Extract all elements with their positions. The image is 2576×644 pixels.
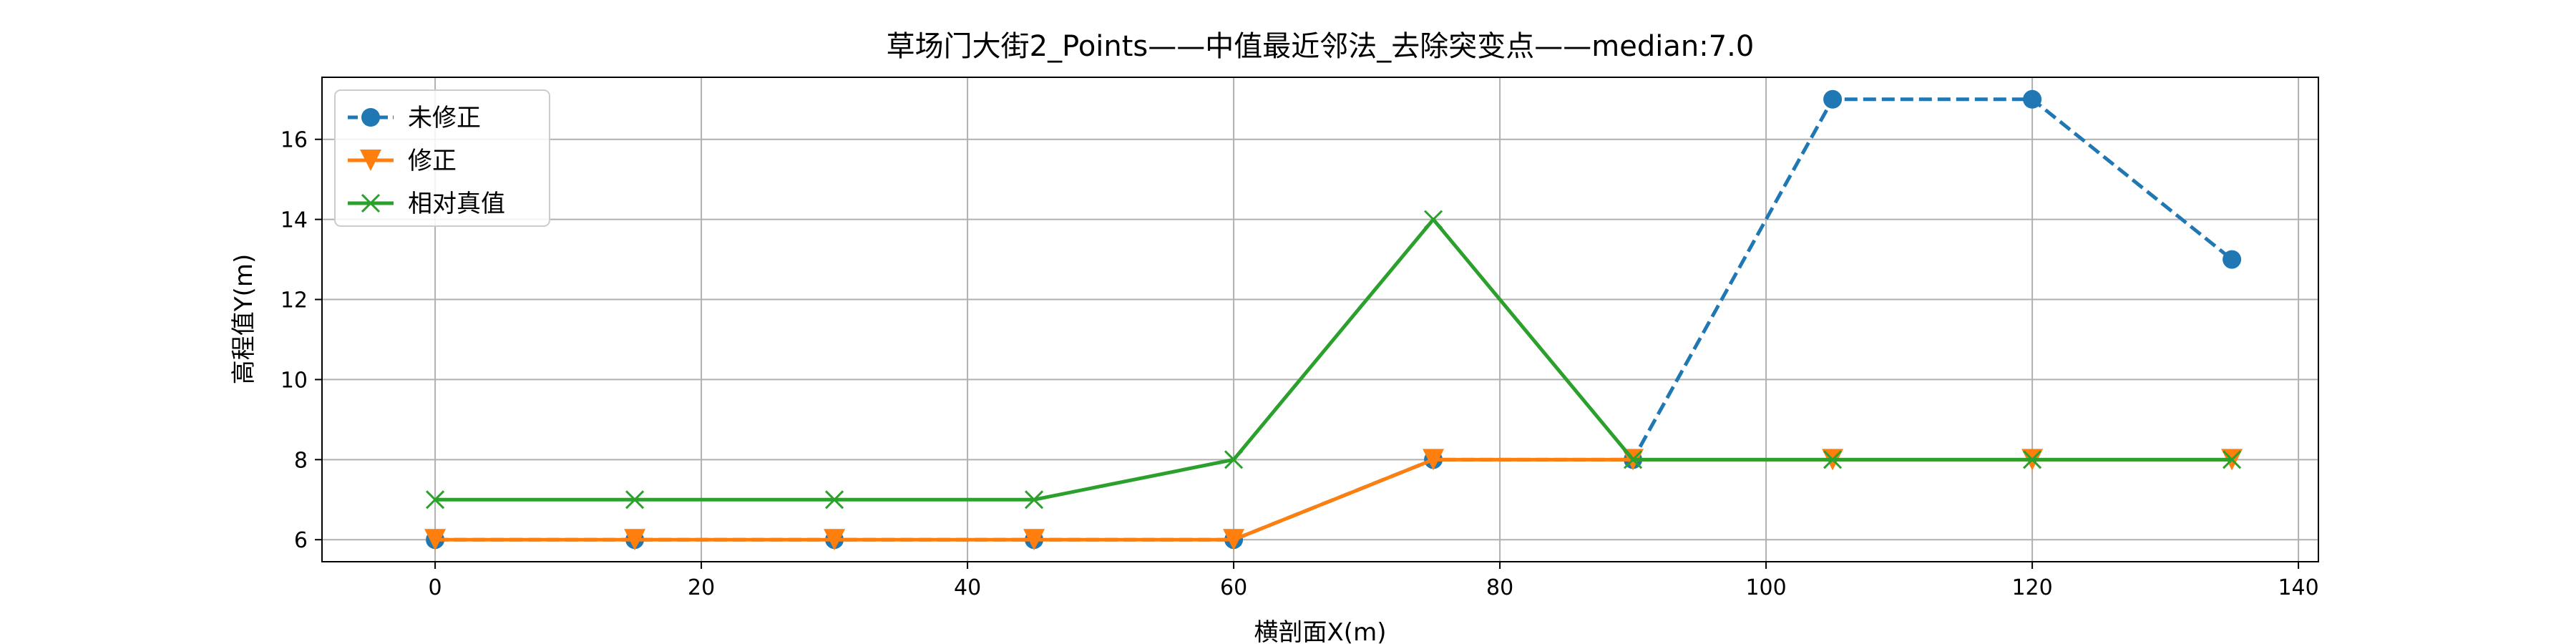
- legend-marker: [361, 108, 380, 127]
- x-axis-label: 横剖面X(m): [1254, 618, 1387, 644]
- line-chart: 草场门大街2_Points——中值最近邻法_去除突变点——median:7.0 …: [0, 0, 2576, 644]
- series-1-point: [2223, 250, 2242, 269]
- y-tick-label: 10: [280, 368, 308, 393]
- chart-title: 草场门大街2_Points——中值最近邻法_去除突变点——median:7.0: [887, 30, 1755, 63]
- chart-container: 草场门大街2_Points——中值最近邻法_去除突变点——median:7.0 …: [0, 0, 2576, 644]
- x-tick-label: 140: [2278, 575, 2318, 600]
- series-1-point: [1823, 89, 1843, 109]
- y-tick-label: 16: [280, 128, 308, 153]
- y-axis-label: 高程值Y(m): [230, 254, 258, 384]
- series-1-point: [2023, 89, 2042, 109]
- x-tick-label: 0: [429, 575, 442, 600]
- legend: 未修正修正相对真值: [334, 89, 550, 227]
- x-tick-label: 100: [1745, 575, 1786, 600]
- legend-label: 未修正: [408, 104, 481, 132]
- x-tick-label: 40: [954, 575, 981, 600]
- y-tick-label: 8: [294, 448, 308, 473]
- y-tick-label: 6: [294, 528, 308, 553]
- x-tick-label: 20: [688, 575, 715, 600]
- legend-label: 修正: [408, 147, 457, 175]
- x-tick-label: 80: [1486, 575, 1513, 600]
- x-tick-label: 120: [2011, 575, 2052, 600]
- y-tick-label: 14: [280, 208, 308, 233]
- x-tick-label: 60: [1220, 575, 1247, 600]
- y-tick-label: 12: [280, 288, 308, 313]
- legend-label: 相对真值: [408, 190, 505, 218]
